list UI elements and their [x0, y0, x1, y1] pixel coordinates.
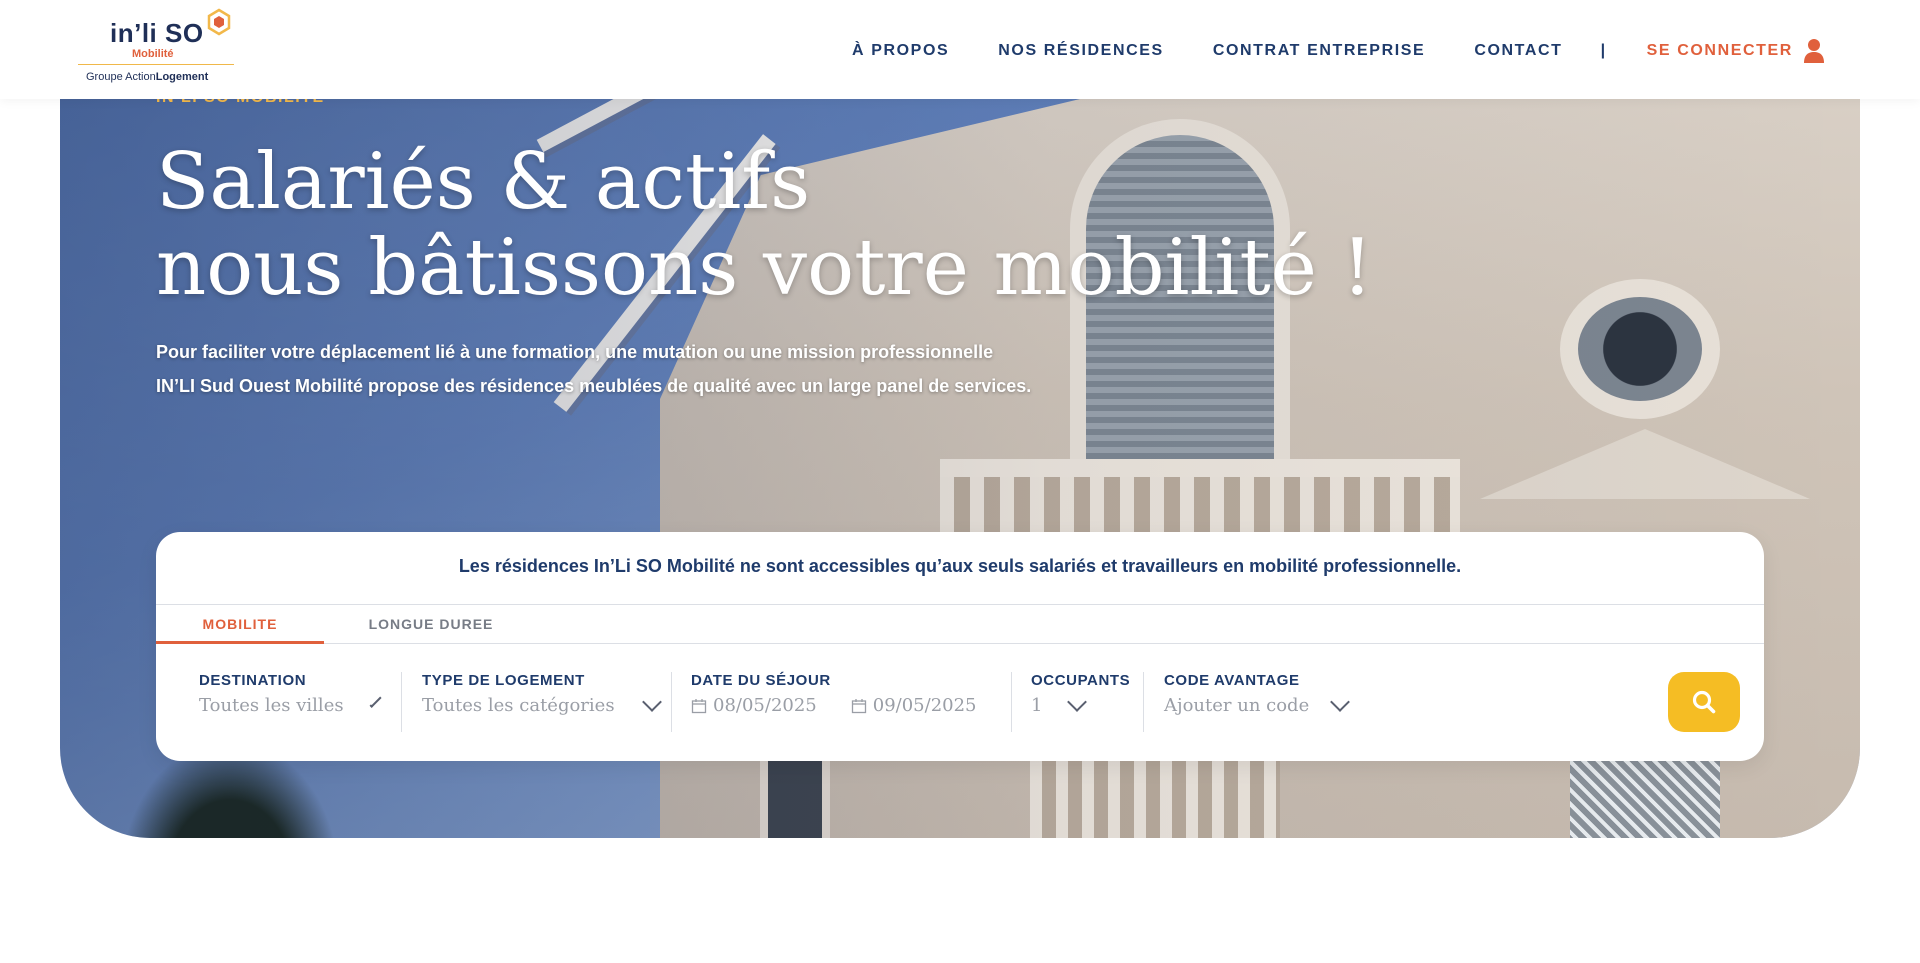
field-divider: [1143, 672, 1144, 732]
hero-title-line2: nous bâtissons votre mobilité !: [156, 223, 1373, 313]
main-nav: À PROPOS NOS RÉSIDENCES CONTRAT ENTREPRI…: [852, 38, 1825, 64]
field-divider: [401, 672, 402, 732]
type-logement-label: TYPE DE LOGEMENT: [422, 672, 585, 689]
login-link[interactable]: SE CONNECTER: [1647, 38, 1825, 64]
destination-select[interactable]: DESTINATION Toutes les villes: [199, 672, 382, 732]
chevron-down-icon: [1330, 691, 1351, 712]
calendar-icon: [851, 698, 866, 713]
type-logement-value: Toutes les catégories: [422, 695, 615, 716]
code-avantage-label: CODE AVANTAGE: [1164, 672, 1300, 689]
chevron-down-icon: [1067, 691, 1088, 712]
hero-description-line2: IN’LI Sud Ouest Mobilité propose des rés…: [156, 376, 1032, 396]
code-avantage-field[interactable]: CODE AVANTAGE Ajouter un code: [1164, 672, 1364, 732]
nav-item-a-propos[interactable]: À PROPOS: [852, 42, 949, 60]
user-icon: [1803, 39, 1824, 63]
nav-item-contrat-entreprise[interactable]: CONTRAT ENTREPRISE: [1213, 42, 1426, 60]
type-logement-select[interactable]: TYPE DE LOGEMENT Toutes les catégories: [422, 672, 672, 732]
calendar-icon: [691, 698, 707, 713]
logo-subtitle: Mobilité: [132, 48, 174, 60]
nav-item-nos-residences[interactable]: NOS RÉSIDENCES: [998, 42, 1164, 60]
search-tabs: MOBILITE LONGUE DUREE: [156, 604, 1764, 644]
logo-mark-icon: [207, 8, 231, 36]
code-avantage-placeholder: Ajouter un code: [1164, 695, 1310, 716]
login-label: SE CONNECTER: [1646, 42, 1793, 59]
nav-separator: |: [1600, 42, 1607, 59]
logo-name: in’li SO: [110, 18, 204, 48]
logo-divider: [78, 64, 234, 65]
brand-logo[interactable]: in’li SO Mobilité Groupe ActionLogement: [78, 8, 234, 88]
chevron-down-icon: [641, 691, 662, 712]
date-end-input[interactable]: 09/05/2025: [851, 695, 977, 716]
occupants-value: 1: [1031, 695, 1043, 716]
tab-mobilite[interactable]: MOBILITE: [156, 605, 324, 644]
search-notice: Les résidences In’Li SO Mobilité ne sont…: [458, 556, 1462, 576]
search-button[interactable]: [1668, 672, 1740, 732]
date-sejour-label: DATE DU SÉJOUR: [691, 672, 831, 689]
field-divider: [1011, 672, 1012, 732]
hero-description: Pour faciliter votre déplacement lié à u…: [156, 335, 1031, 403]
date-start-value: 08/05/2025: [713, 695, 817, 716]
search-icon: [1692, 690, 1716, 714]
tab-longue-duree[interactable]: LONGUE DUREE: [324, 605, 538, 644]
hero-title-line1: Salariés & actifs: [156, 137, 811, 227]
destination-value: Toutes les villes: [199, 695, 344, 716]
chevron-down-icon: [369, 695, 382, 708]
date-sejour-field: DATE DU SÉJOUR 08/05/2025 09/05/2025: [691, 672, 1011, 732]
hero-title: Salariés & actifs nous bâtissons votre m…: [156, 139, 1373, 311]
site-header: in’li SO Mobilité Groupe ActionLogement …: [0, 0, 1920, 99]
date-end-value: 09/05/2025: [872, 695, 977, 716]
search-card: Les résidences In’Li SO Mobilité ne sont…: [156, 532, 1764, 761]
destination-label: DESTINATION: [199, 672, 307, 689]
nav-item-contact[interactable]: CONTACT: [1474, 42, 1562, 60]
field-divider: [671, 672, 672, 732]
date-start-input[interactable]: 08/05/2025: [691, 695, 817, 716]
occupants-select[interactable]: OCCUPANTS 1: [1031, 672, 1131, 732]
occupants-label: OCCUPANTS: [1031, 672, 1131, 689]
logo-group: Groupe ActionLogement: [86, 71, 209, 83]
hero-kicker: IN’LI SO MOBILITÉ: [156, 99, 325, 107]
hero-description-line1: Pour faciliter votre déplacement lié à u…: [156, 342, 994, 362]
